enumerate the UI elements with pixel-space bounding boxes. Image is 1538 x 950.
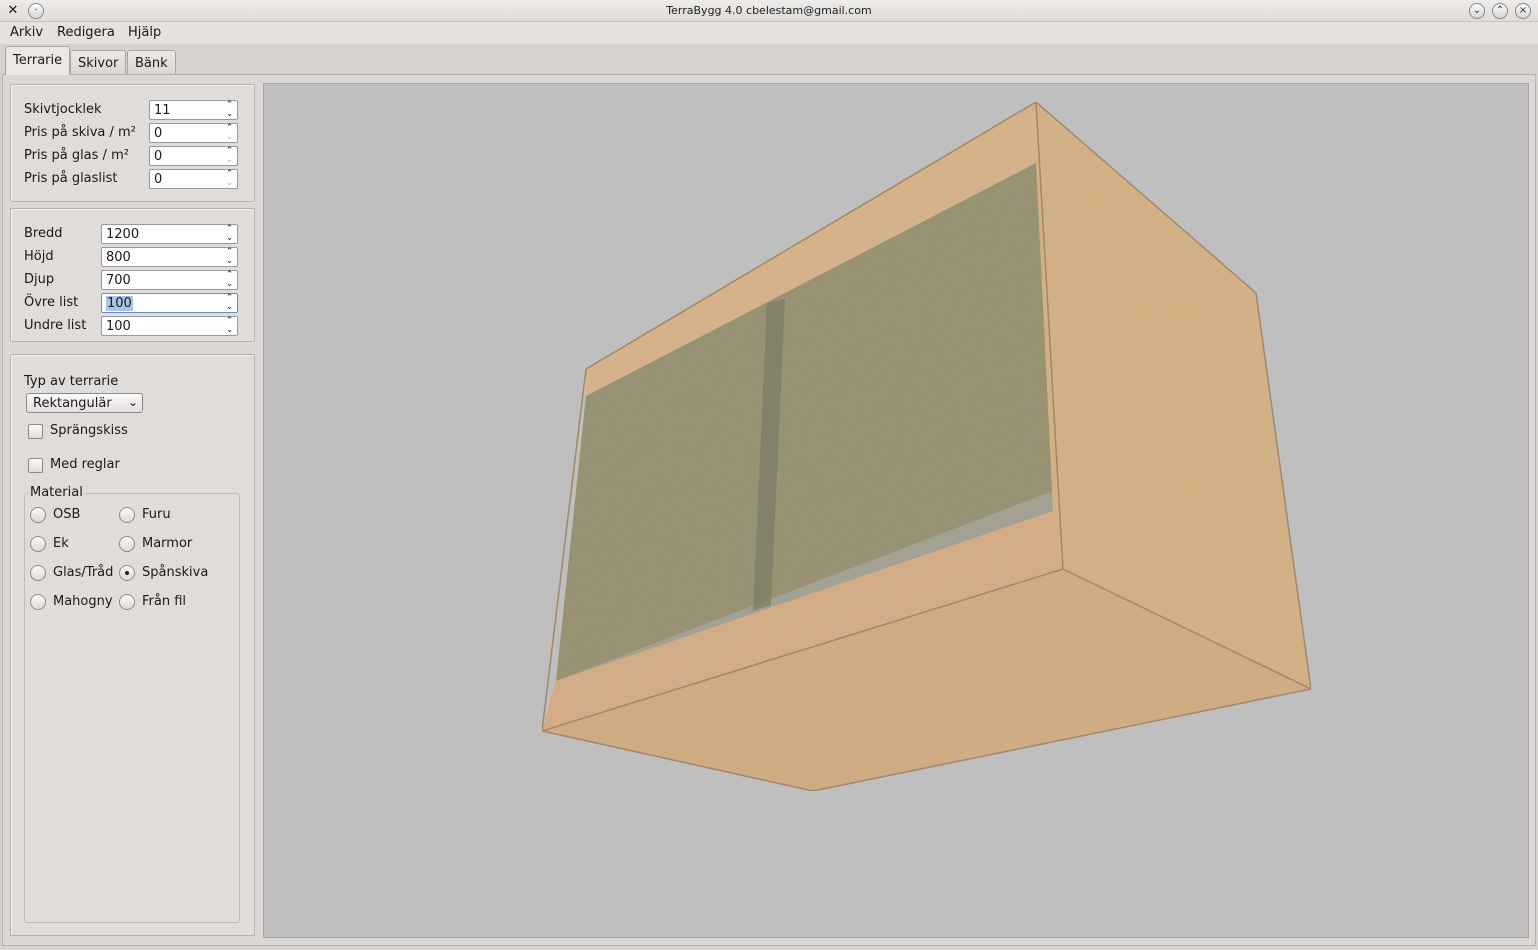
skivtjocklek-value: 11 (154, 103, 171, 118)
pricing-group: Skivtjocklek 11 ⌃ ⌄ Pris på skiva / m² 0 … (10, 84, 255, 202)
djup-value: 700 (106, 273, 131, 288)
pris-glas-label: Pris på glas / m² (24, 148, 129, 163)
typ-label: Typ av terrarie (24, 374, 119, 389)
close-icon[interactable]: × (1515, 3, 1531, 19)
tab-skivor[interactable]: Skivor (70, 50, 127, 74)
radio-fran-fil[interactable] (119, 594, 135, 610)
undre-list-row: Undre list 100 ⌃ ⌄ (24, 316, 254, 336)
ovre-list-label: Övre list (24, 295, 79, 310)
undre-list-label: Undre list (24, 318, 87, 333)
djup-label: Djup (24, 272, 55, 287)
pris-glaslist-row: Pris på glaslist 0 ⌃ ⌄ (24, 169, 254, 189)
typ-value: Rektangulär (33, 396, 112, 411)
chevron-down-icon[interactable]: ⌄ (224, 234, 235, 243)
ovre-list-row: Övre list 100 ⌃ ⌄ (24, 293, 254, 313)
radio-glas-trad-label[interactable]: Glas/Tråd (53, 565, 113, 580)
ovre-list-value: 100 (106, 296, 133, 311)
skivtjocklek-row: Skivtjocklek 11 ⌃ ⌄ (24, 100, 254, 120)
menu-arkiv[interactable]: Arkiv (10, 25, 43, 40)
pris-skiva-value: 0 (154, 126, 163, 141)
radio-spanskiva-label[interactable]: Spånskiva (142, 565, 208, 580)
pris-glas-spinbox[interactable]: 0 ⌃ ⌄ (149, 146, 238, 166)
med-reglar-label[interactable]: Med reglar (50, 457, 120, 472)
chevron-down-icon[interactable]: ⌄ (224, 257, 235, 266)
bredd-label: Bredd (24, 226, 63, 241)
djup-row: Djup 700 ⌃ ⌄ (24, 270, 254, 290)
pris-skiva-spinbox[interactable]: 0 ⌃ ⌄ (149, 123, 238, 143)
chevron-down-icon[interactable]: ⌄ (224, 179, 235, 188)
bredd-value: 1200 (106, 227, 140, 242)
terrarium-render (541, 101, 1312, 792)
radio-furu[interactable] (119, 507, 135, 523)
typ-combobox[interactable]: Rektangulär ⌄ (26, 393, 143, 413)
radio-mahogny[interactable] (30, 594, 46, 610)
chevron-down-icon[interactable]: ⌄ (224, 326, 235, 335)
menu-hjalp[interactable]: Hjälp (128, 25, 161, 40)
ovre-list-spinbox[interactable]: 100 ⌃ ⌄ (101, 293, 238, 313)
chevron-down-icon[interactable]: ⌄ (224, 303, 235, 312)
sprangskiss-label[interactable]: Sprängskiss (50, 423, 128, 438)
pris-skiva-row: Pris på skiva / m² 0 ⌃ ⌄ (24, 123, 254, 143)
skivtjocklek-spinbox[interactable]: 11 ⌃ ⌄ (149, 100, 238, 120)
pris-skiva-label: Pris på skiva / m² (24, 125, 136, 140)
pris-glaslist-spinbox[interactable]: 0 ⌃ ⌄ (149, 169, 238, 189)
menu-bar: Arkiv Redigera Hjälp (0, 22, 1538, 44)
radio-glas-trad[interactable] (30, 565, 46, 581)
chevron-down-icon: ⌄ (127, 395, 138, 409)
chevron-down-icon[interactable]: ⌄ (224, 156, 235, 165)
dimensions-group: Bredd 1200 ⌃ ⌄ Höjd 800 ⌃ ⌄ Djup 700 ⌃ ⌄ Öv… (10, 208, 255, 342)
undre-list-value: 100 (106, 319, 131, 334)
pris-glaslist-label: Pris på glaslist (24, 171, 118, 186)
chevron-down-icon[interactable]: ⌄ (224, 110, 235, 119)
radio-ek[interactable] (30, 536, 46, 552)
hojd-value: 800 (106, 250, 131, 265)
tab-bank[interactable]: Bänk (127, 50, 176, 74)
radio-fran-fil-label[interactable]: Från fil (142, 594, 186, 609)
material-title: Material (28, 485, 85, 500)
pris-glaslist-value: 0 (154, 172, 163, 187)
skivtjocklek-label: Skivtjocklek (24, 102, 102, 117)
radio-osb[interactable] (30, 507, 46, 523)
title-bar: ✕ · TerraBygg 4.0 cbelestam@gmail.com ⌄ … (0, 0, 1538, 22)
menu-redigera[interactable]: Redigera (57, 25, 115, 40)
radio-ek-label[interactable]: Ek (53, 536, 69, 551)
radio-mahogny-label[interactable]: Mahogny (53, 594, 113, 609)
radio-marmor[interactable] (119, 536, 135, 552)
material-frame (24, 493, 240, 923)
pris-glas-row: Pris på glas / m² 0 ⌃ ⌄ (24, 146, 254, 166)
radio-osb-label[interactable]: OSB (53, 507, 80, 522)
radio-furu-label[interactable]: Furu (142, 507, 171, 522)
tab-terrarie[interactable]: Terrarie (5, 46, 71, 75)
3d-viewport[interactable] (263, 83, 1529, 938)
undre-list-spinbox[interactable]: 100 ⌃ ⌄ (101, 316, 238, 336)
minimize-icon[interactable]: ⌄ (1469, 3, 1485, 19)
radio-spanskiva[interactable] (119, 565, 135, 581)
bredd-spinbox[interactable]: 1200 ⌃ ⌄ (101, 224, 238, 244)
sprangskiss-checkbox[interactable] (28, 424, 43, 439)
radio-marmor-label[interactable]: Marmor (142, 536, 192, 551)
med-reglar-checkbox[interactable] (28, 458, 43, 473)
chevron-down-icon[interactable]: ⌄ (224, 280, 235, 289)
chevron-down-icon[interactable]: ⌄ (224, 133, 235, 142)
hojd-spinbox[interactable]: 800 ⌃ ⌄ (101, 247, 238, 267)
pris-glas-value: 0 (154, 149, 163, 164)
hojd-label: Höjd (24, 249, 54, 264)
window-title: TerraBygg 4.0 cbelestam@gmail.com (666, 4, 872, 17)
hojd-row: Höjd 800 ⌃ ⌄ (24, 247, 254, 267)
bredd-row: Bredd 1200 ⌃ ⌄ (24, 224, 254, 244)
maximize-icon[interactable]: ⌃ (1492, 3, 1508, 19)
djup-spinbox[interactable]: 700 ⌃ ⌄ (101, 270, 238, 290)
